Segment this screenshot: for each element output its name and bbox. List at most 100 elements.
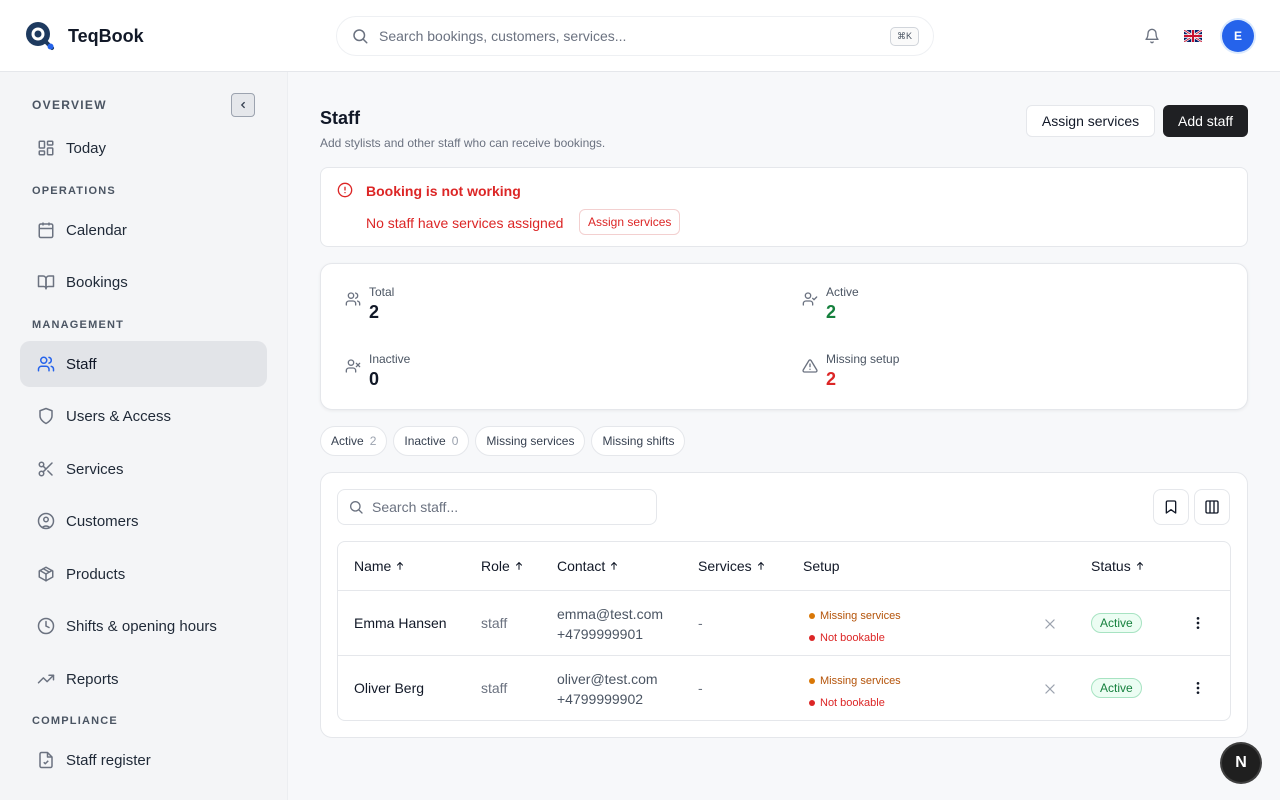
column-header-services[interactable]: Services — [698, 558, 766, 574]
stat-value: 0 — [369, 369, 380, 389]
setup-missing-services: Missing services — [820, 610, 901, 622]
sidebar-item-label: Staff — [66, 355, 97, 373]
stat-label: Inactive — [369, 352, 411, 366]
sidebar-item-today[interactable]: Today — [20, 125, 267, 171]
staff-name[interactable]: Emma Hansen — [354, 615, 447, 631]
sidebar-item-shifts[interactable]: Shifts & opening hours — [20, 603, 267, 649]
sidebar-item-label: Bookings — [66, 273, 128, 291]
sidebar-item-bookings[interactable]: Bookings — [20, 259, 267, 305]
filter-chip-active[interactable]: Active 2 — [320, 426, 388, 456]
staff-search-placeholder: Search staff... — [372, 499, 459, 515]
sort-arrow-up-icon — [515, 561, 522, 570]
scissors-icon — [36, 459, 56, 479]
sidebar-item-label: Customers — [66, 512, 139, 530]
sidebar-item-products[interactable]: Products — [20, 551, 267, 597]
column-label: Setup — [803, 558, 840, 574]
collapse-sidebar-button[interactable] — [231, 93, 255, 117]
sidebar-item-label: Users & Access — [66, 407, 172, 425]
trending-up-icon — [36, 669, 56, 689]
stat-label: Active — [826, 285, 859, 299]
staff-contact: oliver@test.com +4799999902 — [557, 669, 658, 709]
sidebar-item-label: Staff register — [66, 751, 151, 769]
bell-icon — [1145, 28, 1159, 44]
clock-icon — [36, 616, 56, 636]
error-dot — [809, 635, 815, 641]
status-badge: Active — [1091, 678, 1142, 698]
sidebar-item-label: Calendar — [66, 221, 127, 239]
sidebar-item-services[interactable]: Services — [20, 446, 267, 492]
more-vertical-icon[interactable] — [1190, 680, 1206, 696]
staff-table: Name Role Contact Services Setup Status … — [337, 541, 1231, 721]
column-header-name[interactable]: Name — [354, 558, 405, 574]
staff-name[interactable]: Oliver Berg — [354, 680, 424, 696]
staff-services: - — [698, 615, 703, 631]
sidebar-item-label: Shifts & opening hours — [66, 617, 217, 635]
stat-value: 2 — [369, 302, 380, 322]
user-avatar[interactable]: E — [1222, 20, 1254, 52]
chip-count: 0 — [451, 434, 459, 448]
sidebar-item-staff[interactable]: Staff — [20, 341, 267, 387]
chip-label: Inactive — [404, 434, 446, 448]
staff-table-card: Search staff... Name Role Contact Servic… — [320, 472, 1248, 738]
global-search-input[interactable]: Search bookings, customers, services... … — [336, 16, 934, 56]
section-label-overview: OVERVIEW — [32, 98, 107, 112]
sidebar-item-label: Products — [66, 565, 126, 583]
staff-phone: +4799999902 — [557, 691, 644, 707]
language-flag-icon[interactable] — [1184, 30, 1202, 42]
main-content: Staff Add stylists and other staff who c… — [289, 73, 1280, 800]
setup-missing-services: Missing services — [820, 675, 901, 687]
notifications-button[interactable] — [1140, 24, 1164, 48]
sidebar-item-staff-register[interactable]: Staff register — [20, 737, 267, 783]
columns-icon — [1205, 500, 1219, 514]
table-row[interactable]: Emma Hansen staff emma@test.com +4799999… — [338, 591, 1230, 656]
file-check-icon — [36, 750, 56, 770]
close-icon[interactable] — [1043, 682, 1057, 696]
staff-email: emma@test.com — [557, 606, 664, 622]
staff-role: staff — [481, 680, 508, 696]
filter-chip-missing-services[interactable]: Missing services — [475, 426, 586, 456]
setup-not-bookable: Not bookable — [820, 697, 885, 709]
sort-arrow-up-icon — [1136, 561, 1143, 570]
warning-triangle-icon — [802, 359, 818, 373]
sort-arrow-up-icon — [611, 561, 618, 570]
sort-arrow-up-icon — [397, 561, 404, 570]
alert-title: Booking is not working — [366, 183, 521, 199]
sidebar-item-users-access[interactable]: Users & Access — [20, 393, 267, 439]
staff-search-input[interactable]: Search staff... — [337, 489, 657, 525]
columns-button[interactable] — [1194, 489, 1230, 525]
search-placeholder: Search bookings, customers, services... — [379, 28, 627, 44]
close-icon[interactable] — [1043, 617, 1057, 631]
table-row[interactable]: Oliver Berg staff oliver@test.com +47999… — [338, 656, 1230, 720]
column-label: Services — [698, 558, 752, 574]
alert-message: No staff have services assigned — [366, 215, 564, 231]
table-header: Name Role Contact Services Setup Status — [338, 542, 1230, 591]
add-staff-button[interactable]: Add staff — [1163, 105, 1248, 137]
column-label: Role — [481, 558, 510, 574]
page-subtitle: Add stylists and other staff who can rec… — [320, 136, 606, 150]
app-logo[interactable]: TeqBook — [24, 20, 144, 52]
column-header-role[interactable]: Role — [481, 558, 524, 574]
saved-views-button[interactable] — [1153, 489, 1189, 525]
column-header-setup: Setup — [803, 558, 840, 574]
stat-label: Missing setup — [826, 352, 900, 366]
column-label: Contact — [557, 558, 606, 574]
sidebar-item-reports[interactable]: Reports — [20, 656, 267, 702]
sidebar-item-customers[interactable]: Customers — [20, 498, 267, 544]
floating-dev-button[interactable]: N — [1222, 744, 1260, 782]
more-vertical-icon[interactable] — [1190, 615, 1206, 631]
sidebar-item-calendar[interactable]: Calendar — [20, 207, 267, 253]
column-label: Name — [354, 558, 392, 574]
users-icon — [345, 292, 361, 306]
search-icon — [353, 29, 368, 44]
alert-assign-services-button[interactable]: Assign services — [579, 209, 681, 235]
chip-count: 2 — [369, 434, 377, 448]
alert-circle-icon — [337, 182, 353, 198]
package-icon — [36, 564, 56, 584]
filter-chip-inactive[interactable]: Inactive 0 — [393, 426, 470, 456]
assign-services-button[interactable]: Assign services — [1026, 105, 1155, 137]
chip-label: Active — [331, 434, 364, 448]
section-label-operations: OPERATIONS — [32, 185, 116, 197]
filter-chip-missing-shifts[interactable]: Missing shifts — [591, 426, 686, 456]
column-header-status[interactable]: Status — [1091, 558, 1145, 574]
column-header-contact[interactable]: Contact — [557, 558, 619, 574]
